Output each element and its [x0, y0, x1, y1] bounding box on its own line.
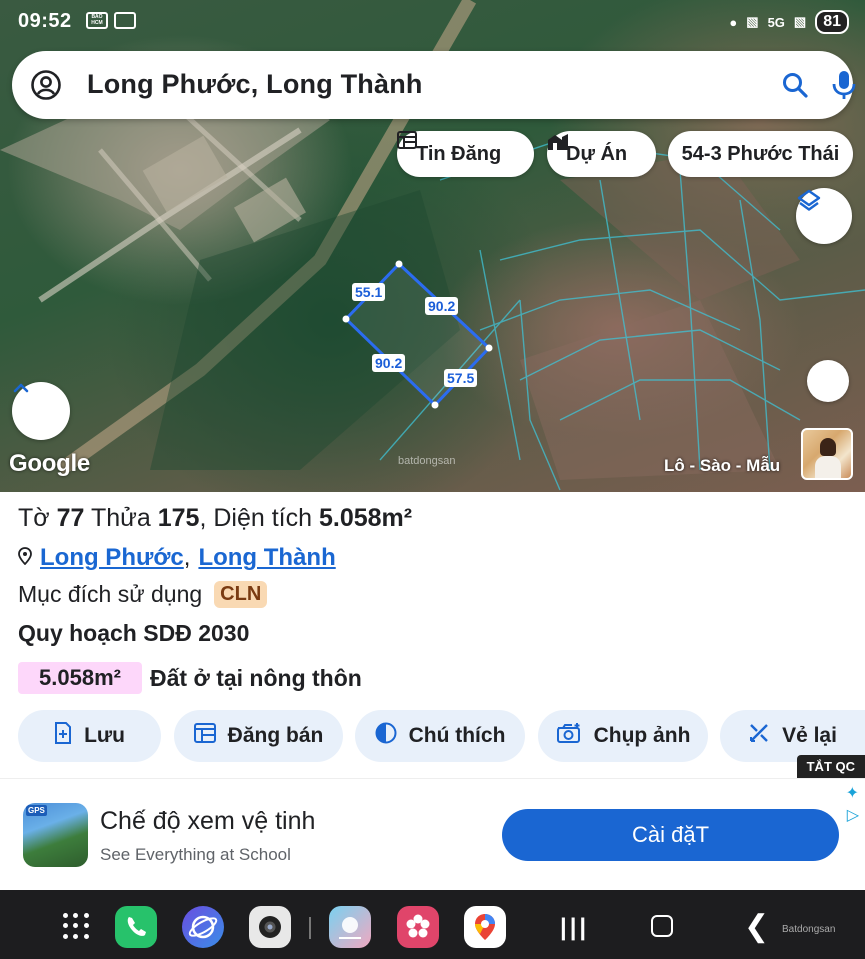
plan-zone-row: 5.058m² Đất ở tại nông thôn — [18, 662, 362, 694]
parcel-location: Long Phước , Long Thành — [18, 544, 336, 572]
browser-app-icon[interactable] — [182, 906, 224, 948]
file-add-icon — [54, 722, 72, 750]
parcel-edge-top: 55.1 — [352, 283, 386, 301]
search-bar[interactable]: Long Phước, Long Thành — [12, 51, 856, 119]
chip-tin-dang-label: Tin Đăng — [416, 142, 502, 165]
chip-address[interactable]: 54-3 Phước Thái — [668, 131, 853, 177]
save-button[interactable]: Lưu — [18, 710, 161, 762]
plan-zone-label: Đất ở tại nông thôn — [150, 664, 362, 691]
home-button[interactable] — [651, 915, 673, 937]
app-drawer-icon[interactable] — [58, 908, 94, 944]
layers-button[interactable] — [796, 188, 852, 244]
batdongsan-map-app-icon[interactable] — [329, 906, 371, 948]
status-time: 09:52 — [18, 10, 72, 32]
ward-link[interactable]: Long Phước — [40, 544, 184, 572]
plan-title: Quy hoạch SDĐ 2030 — [18, 620, 250, 646]
recent-apps-button[interactable]: ||| — [560, 914, 589, 942]
chip-du-an[interactable]: Dự Án — [547, 131, 656, 177]
google-logo: Google — [9, 450, 90, 477]
camera-app-icon[interactable] — [249, 906, 291, 948]
gallery-app-icon[interactable] — [397, 906, 439, 948]
ad-info-icon[interactable]: ▷ — [847, 805, 859, 825]
sell-label: Đăng bán — [227, 724, 324, 747]
district-link[interactable]: Long Thành — [198, 544, 335, 572]
network-type: 5G — [767, 14, 785, 30]
street-view-thumbnail[interactable] — [801, 428, 853, 480]
ad-subtitle: See Everything at School — [100, 845, 291, 864]
signal-icon: ▧ — [746, 14, 759, 29]
ad-install-button[interactable]: Cài đặT — [502, 809, 839, 861]
back-button[interactable]: ❮ — [744, 909, 769, 944]
photo-label: Chụp ảnh — [593, 724, 691, 747]
legend-label: Chú thích — [408, 724, 506, 747]
status-bar: 09:52 BÁO HCM ● ▧ 5G ▧ 81 — [0, 0, 865, 40]
chip-tin-dang[interactable]: Tin Đăng — [397, 131, 534, 177]
navigation-bar: ||| ❮ Batdongsan — [0, 890, 865, 959]
chip-du-an-label: Dự Án — [566, 142, 628, 165]
plan-area-badge: 5.058m² — [18, 662, 142, 694]
signal-icon-2: ▧ — [793, 14, 807, 29]
map-watermark: batdongsan — [398, 455, 456, 467]
parcel-edge-right-top: 90.2 — [425, 297, 459, 315]
parcel-summary: Tờ 77 Thửa 175, Diện tích 5.058m² — [18, 504, 413, 532]
dock-divider — [309, 917, 311, 939]
location-separator: , — [183, 544, 191, 571]
contrast-icon — [375, 722, 397, 750]
listing-icon — [193, 723, 216, 749]
phone-app-icon[interactable] — [115, 906, 157, 948]
sell-button[interactable]: Đăng bán — [174, 710, 343, 762]
land-use-purpose: Mục đích sử dụng CLN — [18, 581, 268, 608]
action-buttons: Lưu Đăng bán Chú thích Chụp ảnh Vẻ lại — [0, 710, 865, 762]
ad-close-button[interactable]: TẮT QC — [796, 755, 865, 778]
map-drag-handle[interactable] — [807, 360, 849, 402]
ad-app-icon[interactable]: GPS — [23, 803, 88, 867]
parcel-edge-left-bottom: 90.2 — [372, 354, 406, 372]
sparkle-icon: ✦ — [845, 785, 859, 802]
chip-address-label: 54-3 Phước Thái — [681, 142, 840, 165]
status-notification-icons: BÁO HCM — [86, 12, 136, 29]
status-indicators: ● ▧ 5G ▧ 81 — [729, 10, 849, 34]
parcel-info-panel: Tờ 77 Thửa 175, Diện tích 5.058m² Long P… — [0, 492, 865, 778]
search-query[interactable]: Long Phước, Long Thành — [87, 69, 423, 100]
location-icon: ● — [729, 14, 738, 30]
parcel-edge-right-bottom: 57.5 — [444, 369, 478, 387]
map-view[interactable]: 55.1 90.2 90.2 57.5 09:52 BÁO HCM ● ▧ 5G… — [0, 0, 865, 492]
calendar-icon — [114, 12, 136, 29]
pin-icon — [18, 544, 32, 572]
purpose-label: Mục đích sử dụng — [18, 581, 203, 607]
ad-banner[interactable]: TẮT QC GPS Chế độ xem vệ tinh See Everyt… — [0, 755, 865, 890]
news-app-icon: BÁO HCM — [86, 12, 108, 29]
redraw-label: Vẻ lại — [782, 724, 837, 747]
navbar-watermark: Batdongsan — [782, 924, 836, 935]
purpose-badge: CLN — [214, 581, 268, 608]
save-label: Lưu — [84, 724, 125, 747]
camera-add-icon — [556, 722, 582, 750]
layer-label: Lô - Sào - Mẫu — [664, 456, 781, 475]
ad-title[interactable]: Chế độ xem vệ tinh — [100, 807, 315, 836]
photo-button[interactable]: Chụp ảnh — [538, 710, 708, 762]
legend-button[interactable]: Chú thích — [355, 710, 525, 762]
expand-button[interactable] — [12, 382, 70, 440]
ad-icon-badge: GPS — [26, 805, 47, 816]
google-maps-app-icon[interactable] — [464, 906, 506, 948]
battery-icon: 81 — [815, 10, 849, 34]
draw-icon — [748, 722, 770, 750]
